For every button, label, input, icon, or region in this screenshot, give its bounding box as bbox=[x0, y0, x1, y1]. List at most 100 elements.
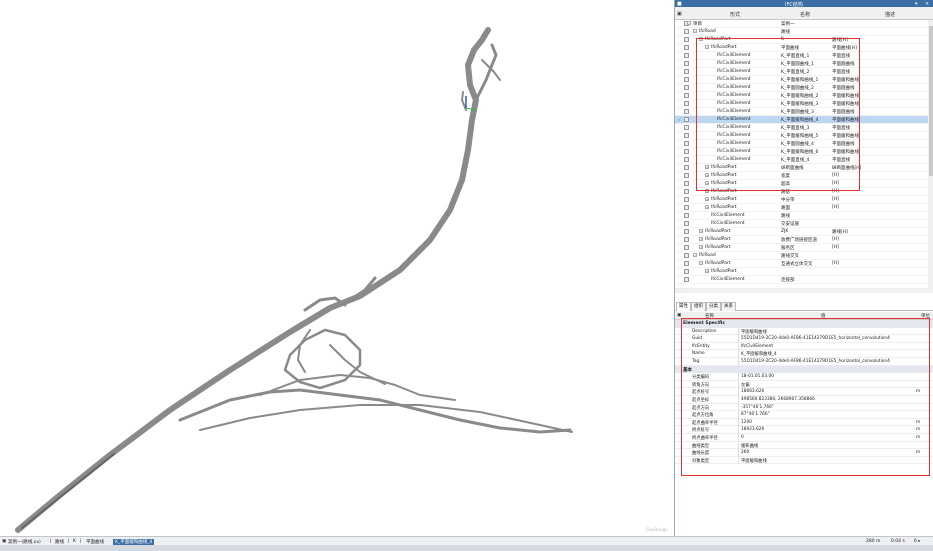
tree-row[interactable]: ✓ + IfcRoadPart ZJK 路线[H] bbox=[675, 228, 928, 236]
header-menu-icon[interactable]: ▣ bbox=[677, 11, 682, 17]
breadcrumb-k[interactable]: K bbox=[73, 539, 76, 544]
expand-toggle-icon[interactable]: + bbox=[705, 269, 709, 273]
visibility-checkbox[interactable]: ✓ bbox=[684, 221, 689, 226]
visibility-checkbox[interactable]: ✓ bbox=[684, 253, 689, 258]
taskbar-strip bbox=[0, 545, 933, 551]
highlight-box-props bbox=[681, 318, 930, 476]
tree-form: IfcRoadPart bbox=[711, 197, 737, 202]
visibility-checkbox[interactable]: ✓ bbox=[684, 29, 689, 34]
main-road bbox=[15, 27, 491, 533]
tree-form: IfcRoadPart bbox=[705, 261, 731, 266]
expand-toggle-icon[interactable]: − bbox=[693, 29, 697, 33]
expand-toggle-icon[interactable]: + bbox=[705, 197, 709, 201]
tree-row[interactable]: ✓ IfcCivilElement 路线 bbox=[675, 212, 928, 220]
visibility-checkbox[interactable]: ✓ bbox=[684, 61, 689, 66]
row-lock-icon: ✓ bbox=[678, 116, 682, 122]
tree-name: 路线 bbox=[781, 214, 790, 219]
visibility-checkbox[interactable]: ✓ bbox=[684, 189, 689, 194]
tab-classification[interactable]: 分类 bbox=[706, 302, 721, 311]
expand-toggle-icon[interactable]: + bbox=[699, 229, 703, 233]
visibility-checkbox[interactable]: ✓ bbox=[684, 93, 689, 98]
breadcrumb-current[interactable]: K_平面缓和曲线_4 bbox=[113, 538, 155, 545]
expand-toggle-icon[interactable]: + bbox=[699, 245, 703, 249]
tree-name: 收费广场链接匝道 bbox=[781, 238, 817, 243]
tree-name: 互通式立体交叉 bbox=[781, 262, 813, 267]
breadcrumb-file[interactable]: 案例一(路线.xx) bbox=[8, 539, 41, 545]
column-desc[interactable]: 描述 bbox=[885, 11, 895, 18]
visibility-checkbox[interactable]: ✓ bbox=[684, 37, 689, 42]
tree-form: IfcCivilElement bbox=[711, 277, 745, 282]
visibility-checkbox[interactable]: ✓ bbox=[684, 53, 689, 58]
tree-form: IfcRoadPart bbox=[711, 269, 737, 274]
column-form[interactable]: 形式 bbox=[730, 11, 740, 18]
column-name[interactable]: 名称 bbox=[800, 11, 810, 18]
visibility-checkbox[interactable]: ✓ bbox=[684, 45, 689, 50]
3d-viewport[interactable]: GeoDesign bbox=[0, 0, 674, 536]
interchange-ramp bbox=[178, 388, 572, 434]
tree-scroll-thumb[interactable] bbox=[929, 26, 933, 176]
expand-toggle-icon[interactable]: + bbox=[699, 237, 703, 241]
breadcrumb-sep-icon: | bbox=[80, 538, 82, 544]
tab-properties[interactable]: 属性 bbox=[676, 302, 691, 311]
tree-name: 中分带 bbox=[781, 198, 795, 203]
tree-horizontal-scrollbar[interactable] bbox=[675, 288, 933, 293]
visibility-checkbox[interactable]: ✓ bbox=[684, 109, 689, 114]
visibility-checkbox[interactable]: ✓ bbox=[684, 157, 689, 162]
visibility-checkbox[interactable]: ✓ bbox=[684, 245, 689, 250]
visibility-checkbox[interactable]: ✓ bbox=[684, 229, 689, 234]
tree-row[interactable]: ✓ + IfcRoadPart 服务区 [H] bbox=[675, 244, 928, 252]
breadcrumb-curve[interactable]: 平面曲线 bbox=[86, 539, 104, 545]
expand-toggle-icon[interactable]: − bbox=[699, 261, 703, 265]
visibility-checkbox[interactable]: ✓ bbox=[684, 149, 689, 154]
visibility-checkbox[interactable]: ✓ bbox=[684, 101, 689, 106]
visibility-checkbox[interactable]: ✓ bbox=[684, 117, 689, 122]
expand-toggle-icon[interactable]: − bbox=[687, 21, 691, 25]
visibility-checkbox[interactable]: ✓ bbox=[684, 181, 689, 186]
tree-row[interactable]: ✓ + IfcRoadPart 路面 [H] bbox=[675, 204, 928, 212]
visibility-checkbox[interactable]: ✓ bbox=[684, 269, 689, 274]
property-tabs: 属性 组织 分类 关系 bbox=[675, 301, 933, 311]
status-bar: ▣ 案例一(路线.xx) | 路线 | K | 平面曲线 K_平面缓和曲线_4 … bbox=[0, 536, 933, 545]
visibility-checkbox[interactable]: ✓ bbox=[684, 173, 689, 178]
visibility-checkbox[interactable]: ✓ bbox=[684, 213, 689, 218]
visibility-checkbox[interactable]: ✓ bbox=[684, 205, 689, 210]
visibility-checkbox[interactable]: ✓ bbox=[684, 85, 689, 90]
highlight-box-tree bbox=[696, 38, 860, 191]
tree-row[interactable]: ✓ + IfcRoadPart 中分带 [H] bbox=[675, 196, 928, 204]
tree-header: ▣ 形式 名称 描述 bbox=[675, 7, 933, 20]
tree-row[interactable]: ✓ + IfcRoadPart 收费广场链接匝道 [H] bbox=[675, 236, 928, 244]
pin-icon[interactable]: ▾ bbox=[915, 1, 918, 7]
visibility-checkbox[interactable]: ✓ bbox=[684, 237, 689, 242]
tree-desc: [H] bbox=[832, 245, 839, 250]
tree-row[interactable]: ✓ IfcCivilElement 交安设施 bbox=[675, 220, 928, 228]
visibility-checkbox[interactable]: ✓ bbox=[684, 125, 689, 130]
tree-name: 连接部 bbox=[781, 278, 795, 283]
panel-titlebar: ■ IFC结构 ▾ × bbox=[675, 0, 933, 8]
visibility-checkbox[interactable]: ✓ bbox=[684, 261, 689, 266]
visibility-checkbox[interactable]: ✓ bbox=[684, 197, 689, 202]
tree-row[interactable]: ✓ − IfcRoadPart 互通式立体交叉 [H] bbox=[675, 260, 928, 268]
tab-organization[interactable]: 组织 bbox=[691, 302, 706, 311]
panel-menu-icon[interactable]: ■ bbox=[677, 1, 682, 7]
visibility-checkbox[interactable]: ✓ bbox=[684, 133, 689, 138]
visibility-checkbox[interactable]: ✓ bbox=[684, 77, 689, 82]
tab-relations[interactable]: 关系 bbox=[721, 302, 736, 311]
expand-toggle-icon[interactable]: − bbox=[693, 253, 697, 257]
tree-row[interactable]: ✓ − IfcRoad 路线交叉 bbox=[675, 252, 928, 260]
tree-row[interactable]: ✓−项目案例一 bbox=[675, 20, 928, 28]
visibility-checkbox[interactable]: ✓ bbox=[684, 141, 689, 146]
visibility-checkbox[interactable]: ✓ bbox=[684, 277, 689, 282]
road-model-view[interactable] bbox=[0, 0, 674, 536]
visibility-checkbox[interactable]: ✓ bbox=[684, 69, 689, 74]
tree-form: IfcRoadPart bbox=[711, 205, 737, 210]
visibility-checkbox[interactable]: ✓ bbox=[684, 165, 689, 170]
tree-form: IfcRoad bbox=[699, 29, 716, 34]
breadcrumb-road[interactable]: 路线 bbox=[55, 539, 64, 545]
close-icon[interactable]: × bbox=[925, 1, 929, 7]
tree-row[interactable]: ✓ − IfcRoad 路线 bbox=[675, 28, 928, 36]
tree-row[interactable]: ✓ IfcCivilElement 连接部 bbox=[675, 276, 928, 284]
tree-form: IfcCivilElement bbox=[711, 221, 745, 226]
expand-toggle-icon[interactable]: + bbox=[705, 205, 709, 209]
zoom-readout[interactable]: 6 ▸ bbox=[914, 539, 921, 544]
tree-row[interactable]: ✓ + IfcRoadPart bbox=[675, 268, 928, 276]
